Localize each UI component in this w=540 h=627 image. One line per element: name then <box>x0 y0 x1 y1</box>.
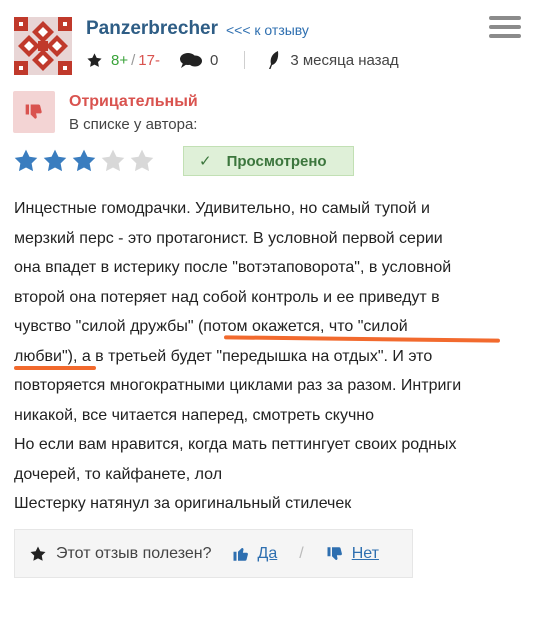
review-line: она впадет в истерику после "вотэтаповор… <box>14 259 452 276</box>
star-icon <box>87 52 102 67</box>
back-to-review-link[interactable]: <<< к отзыву <box>226 22 309 38</box>
comments-count-value: 0 <box>209 51 219 69</box>
comments-count[interactable]: 0 <box>179 51 219 69</box>
review-line: Но если вам нравится, когда мать петтинг… <box>14 436 457 453</box>
helpful-no-link[interactable]: Нет <box>352 545 379 563</box>
review-line: мерзкий перс - это протагонист. В условн… <box>14 229 443 247</box>
divider: / <box>299 544 304 562</box>
helpful-yes-link[interactable]: Да <box>258 545 278 563</box>
votes-separator: / <box>131 51 136 69</box>
post-time: 3 месяца назад <box>267 50 399 70</box>
star-filled-icon <box>43 149 67 172</box>
review-text: Инцестные гомодрачки. Удивительно, но са… <box>14 194 529 519</box>
minus-votes: 17- <box>138 51 160 69</box>
star-filled-icon <box>14 149 38 172</box>
menu-icon[interactable] <box>489 16 521 40</box>
username[interactable]: Panzerbrecher <box>86 18 218 40</box>
review-line: дочерей, то кайфанете, лол <box>14 465 223 483</box>
helpful-panel: Этот отзыв полезен? Да / Нет <box>14 529 413 578</box>
thumbs-down-icon[interactable] <box>326 545 344 563</box>
review-line: никакой, все читается наперед, смотреть … <box>14 406 375 424</box>
rating-stars <box>13 148 158 174</box>
watched-status-badge: ✓ Просмотрено <box>183 146 354 176</box>
check-icon: ✓ <box>199 153 212 170</box>
review-line: повторяется многократными циклами раз за… <box>14 377 462 394</box>
feather-pen-icon <box>269 51 279 69</box>
plus-votes: 8+ <box>111 51 129 69</box>
star-empty-icon <box>130 149 154 172</box>
user-stats: 8+ / 17- 0 3 месяца назад <box>86 50 399 70</box>
verdict-label: Отрицательный <box>69 93 198 110</box>
helpful-question: Этот отзыв полезен? <box>56 544 212 562</box>
star-icon <box>29 545 47 563</box>
review-line: второй она потеряет над собой контроль и… <box>14 288 440 306</box>
in-author-list-label: В списке у автора: <box>69 116 198 133</box>
user-avatar[interactable] <box>14 17 72 75</box>
post-time-value: 3 месяца назад <box>290 51 399 69</box>
review-line: Инцестные гомодрачки. Удивительно, но са… <box>14 200 430 217</box>
star-filled-icon <box>72 149 96 172</box>
thumbs-up-icon[interactable] <box>232 545 250 563</box>
review-line: Шестерку натянул за оригинальный стилече… <box>14 495 352 512</box>
star-empty-icon <box>101 149 125 172</box>
divider <box>244 51 246 69</box>
thumbs-down-icon <box>25 104 42 119</box>
highlight-underline <box>14 366 96 370</box>
negative-verdict-badge <box>13 91 55 133</box>
watched-status-label: Просмотрено <box>226 152 327 170</box>
comments-icon <box>179 53 202 68</box>
